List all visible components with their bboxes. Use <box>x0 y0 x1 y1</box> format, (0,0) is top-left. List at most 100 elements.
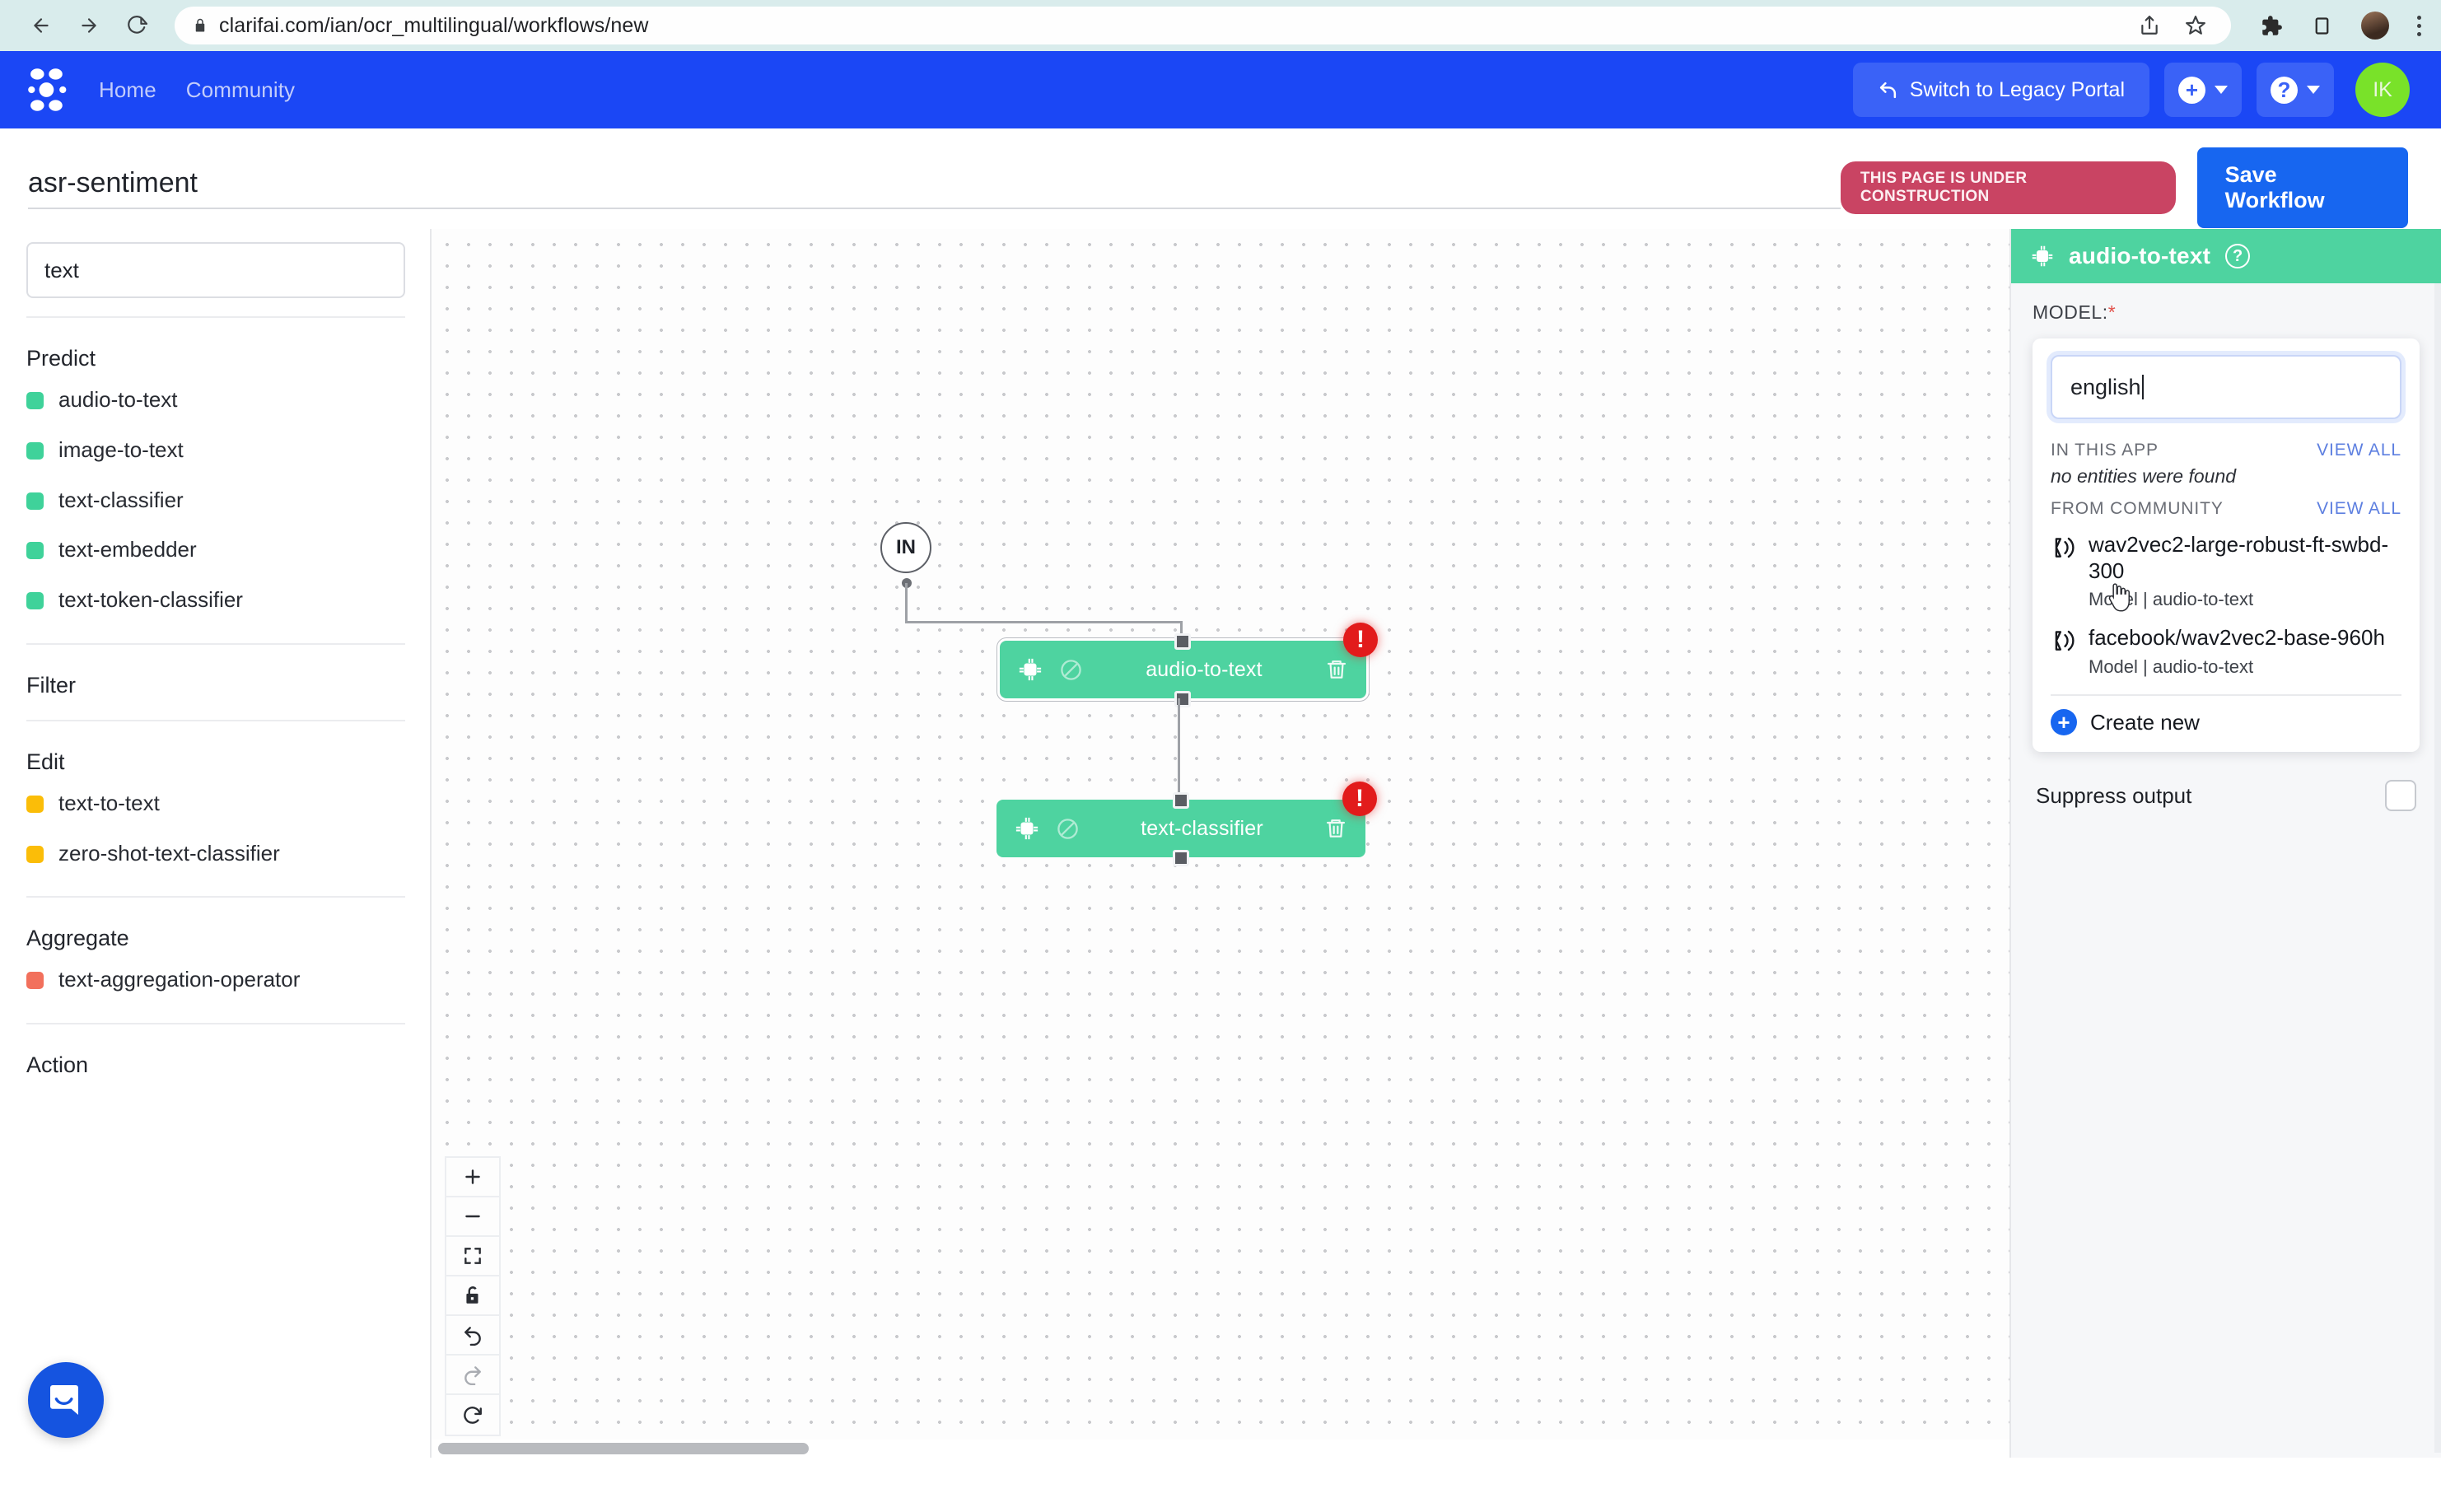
from-community-label: FROM COMMUNITY <box>2051 499 2224 519</box>
sidebar-heading-filter: Filter <box>26 651 405 702</box>
trash-icon[interactable] <box>1325 658 1348 681</box>
node-error-badge[interactable]: ! <box>1343 623 1378 657</box>
lock-icon <box>193 16 208 35</box>
help-circle-icon[interactable]: ? <box>2225 244 2250 268</box>
fit-screen-icon <box>462 1245 483 1267</box>
sidebar-item-zero-shot-text-classifier[interactable]: zero-shot-text-classifier <box>26 828 405 879</box>
chip-icon <box>1018 657 1043 682</box>
sidebar-divider <box>26 1023 405 1024</box>
switch-legacy-portal-label: Switch to Legacy Portal <box>1910 78 2125 102</box>
in-this-app-view-all-link[interactable]: VIEW ALL <box>2317 441 2401 460</box>
model-result-item[interactable]: wav2vec2-large-robust-ft-swbd-300 Model … <box>2051 522 2401 615</box>
save-workflow-button[interactable]: Save Workflow <box>2197 147 2408 228</box>
extensions-puzzle-icon[interactable] <box>2261 15 2283 37</box>
model-search-input[interactable]: english <box>2051 355 2401 419</box>
panel-scroll-rail[interactable] <box>2434 283 2441 1453</box>
browser-toolbar: clarifai.com/ian/ocr_multilingual/workfl… <box>0 0 2441 51</box>
sidebar-divider <box>26 896 405 898</box>
required-asterisk: * <box>2108 301 2117 323</box>
node-input-port[interactable] <box>1173 792 1189 809</box>
node-config-body: MODEL:* english IN THIS APP VIEW ALL no … <box>2011 283 2441 811</box>
disable-icon[interactable] <box>1059 658 1083 682</box>
chrome-menu-icon[interactable] <box>2417 16 2421 36</box>
sidebar-section-action: Action <box>26 1031 405 1081</box>
chip-icon <box>2031 245 2054 268</box>
sidebar-search-input[interactable]: text <box>26 242 405 298</box>
model-type-dot-icon <box>26 442 44 460</box>
clarifai-logo-icon[interactable] <box>28 68 68 112</box>
back-button[interactable] <box>20 4 63 47</box>
sidebar-section-predict: Predict audio-to-text image-to-text text… <box>26 324 405 625</box>
undo-button[interactable] <box>446 1316 499 1356</box>
model-type-dot-icon <box>26 592 44 609</box>
node-output-port[interactable] <box>1173 850 1189 866</box>
redo-button[interactable] <box>446 1356 499 1395</box>
from-community-view-all-link[interactable]: VIEW ALL <box>2317 499 2401 519</box>
sidebar-item-audio-to-text[interactable]: audio-to-text <box>26 375 405 425</box>
user-avatar[interactable]: IK <box>2355 63 2410 117</box>
sidebar-heading-action: Action <box>26 1031 405 1081</box>
sidebar-item-label: audio-to-text <box>58 386 178 413</box>
zoom-in-button[interactable] <box>446 1158 499 1197</box>
create-menu-button[interactable]: + <box>2164 63 2242 117</box>
suppress-output-checkbox[interactable] <box>2385 780 2416 811</box>
nav-link-community[interactable]: Community <box>186 77 295 103</box>
workflow-name-input[interactable]: asr-sentiment <box>28 167 1841 209</box>
sidebar-item-text-token-classifier[interactable]: text-token-classifier <box>26 575 405 625</box>
plus-circle-icon: + <box>2178 77 2205 104</box>
disable-icon[interactable] <box>1056 817 1080 841</box>
sidebar-divider <box>26 643 405 645</box>
bookmark-star-icon[interactable] <box>2185 15 2206 36</box>
workflow-canvas[interactable]: IN audio-to-text ! <box>432 229 2009 1458</box>
sidebar-item-label: zero-shot-text-classifier <box>58 840 280 867</box>
model-label-text: MODEL: <box>2033 301 2108 323</box>
model-type-dot-icon <box>26 542 44 559</box>
share-icon[interactable] <box>2139 15 2160 36</box>
sidebar-item-text-classifier[interactable]: text-classifier <box>26 475 405 525</box>
edge-in-to-audio <box>905 621 1183 623</box>
side-panel-icon[interactable] <box>2311 15 2333 37</box>
sidebar-item-text-to-text[interactable]: text-to-text <box>26 778 405 828</box>
switch-legacy-portal-button[interactable]: Switch to Legacy Portal <box>1853 63 2149 117</box>
intercom-chat-button[interactable] <box>28 1362 104 1438</box>
sidebar-section-edit: Edit text-to-text zero-shot-text-classif… <box>26 728 405 879</box>
trash-icon[interactable] <box>1324 817 1347 840</box>
input-node[interactable]: IN <box>880 522 931 573</box>
audio-icon <box>2051 628 2075 653</box>
sidebar-item-label: text-to-text <box>58 790 160 817</box>
minus-icon <box>462 1206 483 1227</box>
sidebar-section-aggregate: Aggregate text-aggregation-operator <box>26 904 405 1005</box>
question-circle-icon: ? <box>2271 77 2298 104</box>
model-result-text: facebook/wav2vec2-base-960h Model | audi… <box>2089 625 2401 678</box>
nav-link-home[interactable]: Home <box>99 77 156 103</box>
redo-icon <box>462 1364 483 1385</box>
node-config-header: audio-to-text ? <box>2011 229 2441 283</box>
sidebar-item-label: image-to-text <box>58 436 184 464</box>
sidebar-item-text-aggregation-operator[interactable]: text-aggregation-operator <box>26 954 405 1005</box>
model-field-label: MODEL:* <box>2033 301 2420 324</box>
address-bar[interactable]: clarifai.com/ian/ocr_multilingual/workfl… <box>175 7 2231 44</box>
sidebar-item-image-to-text[interactable]: image-to-text <box>26 425 405 475</box>
horizontal-scrollbar[interactable] <box>432 1440 2009 1458</box>
chrome-profile-avatar[interactable] <box>2361 12 2389 40</box>
node-input-port[interactable] <box>1174 633 1191 650</box>
undo-icon <box>462 1324 483 1346</box>
main-content: text Predict audio-to-text image-to-text… <box>0 229 2441 1458</box>
scrollbar-thumb[interactable] <box>438 1443 809 1454</box>
help-menu-button[interactable]: ? <box>2257 63 2334 117</box>
sidebar-divider <box>26 316 405 318</box>
sidebar-item-text-embedder[interactable]: text-embedder <box>26 525 405 575</box>
fit-view-button[interactable] <box>446 1237 499 1276</box>
from-community-row: FROM COMMUNITY VIEW ALL <box>2051 494 2401 522</box>
zoom-out-button[interactable] <box>446 1197 499 1237</box>
create-new-model-button[interactable]: + Create new <box>2051 696 2401 740</box>
forward-button[interactable] <box>68 4 110 47</box>
reload-button[interactable] <box>115 4 158 47</box>
lock-canvas-button[interactable] <box>446 1276 499 1316</box>
workflow-node-label: audio-to-text <box>1083 658 1325 682</box>
model-type-sidebar: text Predict audio-to-text image-to-text… <box>0 229 432 1458</box>
node-error-badge[interactable]: ! <box>1342 782 1377 816</box>
node-output-port[interactable] <box>1174 691 1191 707</box>
model-result-item[interactable]: facebook/wav2vec2-base-960h Model | audi… <box>2051 615 2401 683</box>
reset-canvas-button[interactable] <box>446 1395 499 1435</box>
